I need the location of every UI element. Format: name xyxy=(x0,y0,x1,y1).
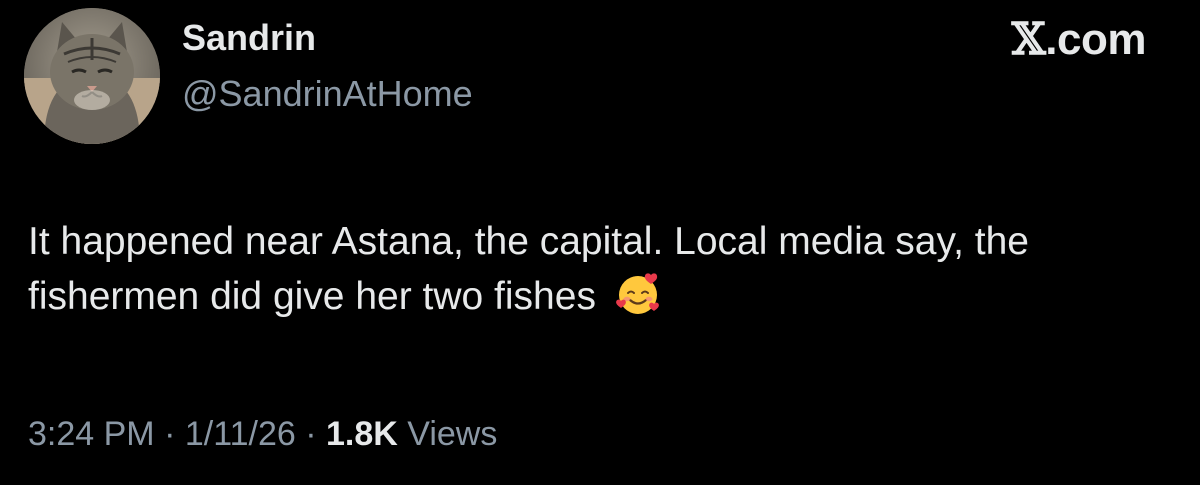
meta-separator: · xyxy=(295,415,326,453)
tweet-time[interactable]: 3:24 PM xyxy=(28,415,155,453)
tweet-date[interactable]: 1/11/26 xyxy=(185,415,296,453)
x-logo-icon: 𝕏 xyxy=(1011,14,1046,65)
author-handle[interactable]: @SandrinAtHome xyxy=(182,72,473,116)
smiling-face-with-hearts-icon xyxy=(615,273,659,314)
meta-separator: · xyxy=(154,415,185,453)
author-avatar[interactable] xyxy=(24,8,160,144)
author-display-name[interactable]: Sandrin xyxy=(182,16,316,60)
views-label: Views xyxy=(397,415,498,453)
cat-avatar-icon xyxy=(24,8,160,144)
tweet-text: It happened near Astana, the capital. Lo… xyxy=(28,220,1029,318)
tweet-meta: 3:24 PM · 1/11/26 · 1.8K Views xyxy=(28,412,497,456)
tweet-body: It happened near Astana, the capital. Lo… xyxy=(28,214,1168,324)
x-brand-logo: 𝕏.com xyxy=(1011,14,1147,66)
views-count[interactable]: 1.8K xyxy=(326,415,398,453)
brand-domain: .com xyxy=(1045,15,1146,64)
